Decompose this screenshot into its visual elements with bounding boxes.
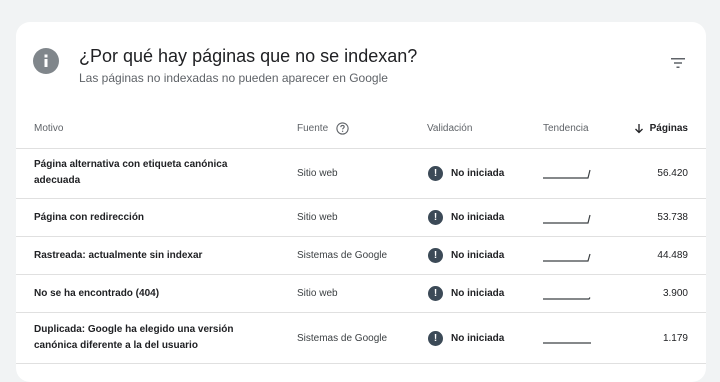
row-paginas: 44.489 (657, 250, 688, 261)
info-icon (33, 48, 59, 74)
filter-icon[interactable] (667, 52, 689, 74)
column-header-tendencia[interactable]: Tendencia (543, 108, 589, 148)
row-paginas: 53.738 (657, 212, 688, 223)
row-motivo: No se ha encontrado (404) (34, 287, 160, 299)
exclamation-icon: ! (428, 286, 443, 301)
exclamation-icon: ! (428, 330, 443, 346)
column-header-fuente[interactable]: Fuente (297, 108, 349, 148)
row-validacion: ! No iniciada (428, 148, 504, 198)
arrow-down-icon (634, 123, 644, 134)
row-validacion: ! No iniciada (428, 237, 504, 274)
row-fuente: Sistemas de Google (297, 250, 388, 261)
trend-sparkline (543, 313, 593, 363)
row-validacion: ! No iniciada (428, 199, 504, 236)
row-fuente: Sitio web (297, 212, 338, 223)
exclamation-icon: ! (428, 165, 443, 181)
index-issues-card: ¿Por qué hay páginas que no se indexan? … (16, 22, 706, 382)
trend-sparkline (543, 237, 593, 274)
table-row[interactable]: Duplicada: Google ha elegido una versión… (16, 313, 706, 364)
row-paginas: 56.420 (657, 167, 688, 179)
row-motivo: Página alternativa con etiqueta canónica… (34, 159, 228, 186)
card-title: ¿Por qué hay páginas que no se indexan? (79, 46, 418, 66)
row-motivo: Página con redirección (34, 211, 145, 223)
table-row[interactable]: No se ha encontrado (404) Sitio web ! No… (16, 275, 706, 313)
table-row[interactable]: Rastreada: actualmente sin indexar Siste… (16, 237, 706, 275)
column-header-paginas[interactable]: Páginas (634, 108, 688, 148)
table-header: Motivo Fuente Validación Tendencia Págin… (16, 108, 706, 149)
row-motivo: Rastreada: actualmente sin indexar (34, 249, 203, 261)
trend-sparkline (543, 148, 593, 198)
row-fuente: Sitio web (297, 167, 338, 179)
row-paginas: 1.179 (662, 332, 688, 344)
table-row[interactable]: Página con redirección Sitio web ! No in… (16, 199, 706, 237)
card-subtitle: Las páginas no indexadas no pueden apare… (79, 71, 388, 85)
column-header-validacion[interactable]: Validación (427, 108, 472, 148)
row-fuente: Sitio web (297, 288, 338, 299)
column-header-motivo[interactable]: Motivo (34, 108, 63, 148)
row-paginas: 3.900 (662, 288, 688, 299)
row-motivo: Duplicada: Google ha elegido una versión… (34, 324, 234, 351)
trend-sparkline (543, 275, 593, 312)
exclamation-icon: ! (428, 248, 443, 263)
row-fuente: Sistemas de Google (297, 332, 388, 344)
row-validacion: ! No iniciada (428, 313, 504, 363)
table-row[interactable]: Página alternativa con etiqueta canónica… (16, 148, 706, 199)
exclamation-icon: ! (428, 210, 443, 225)
help-circle-icon[interactable] (336, 121, 349, 135)
row-validacion: ! No iniciada (428, 275, 504, 312)
trend-sparkline (543, 199, 593, 236)
